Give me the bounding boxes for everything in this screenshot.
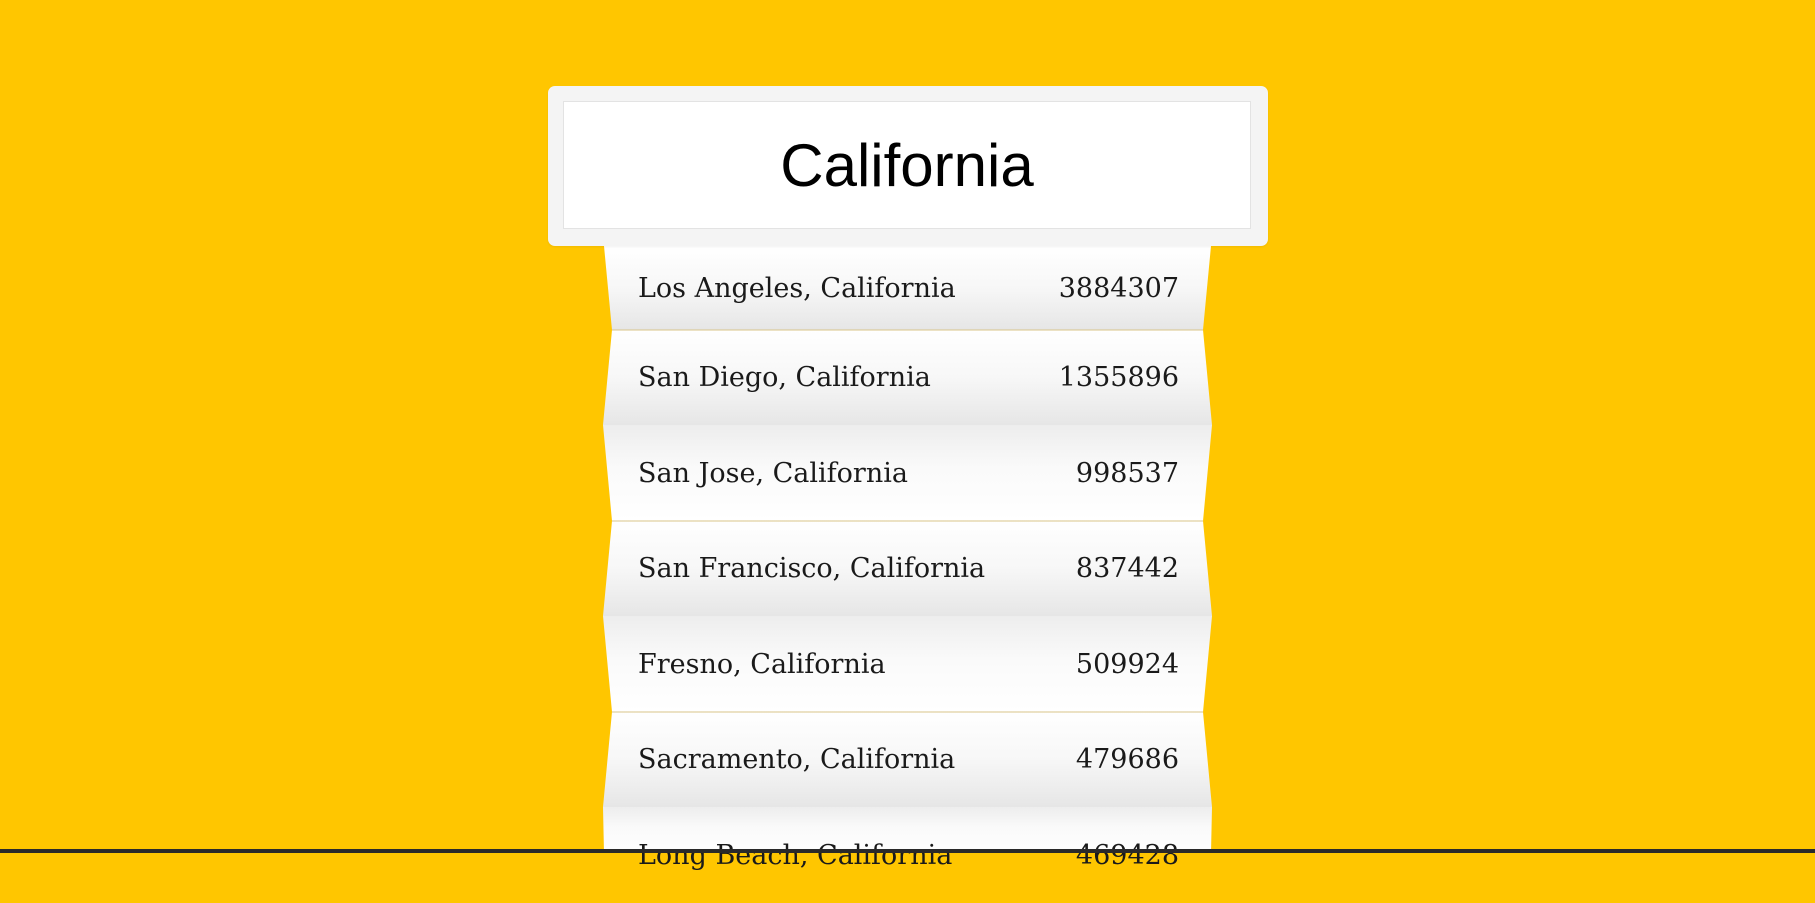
suggestion-population: 1355896 [1058,362,1179,393]
suggestion-city: Fresno, California [638,648,886,680]
suggestion-row[interactable]: Sacramento, California 479686 [638,712,1179,807]
window-bottom-edge [0,849,1815,853]
suggestion-population: 469428 [1075,839,1179,871]
suggestion-row[interactable]: San Francisco, California 837442 [638,521,1179,616]
suggestion-population: 998537 [1075,457,1179,489]
suggestion-row[interactable]: Long Beach, California 469428 [638,807,1179,903]
suggestion-row[interactable]: Fresno, California 509924 [638,616,1179,712]
suggestion-population: 479686 [1075,744,1179,775]
suggestion-population: 3884307 [1058,272,1179,304]
suggestion-city: San Francisco, California [638,553,986,584]
suggestion-city: Long Beach, California [638,839,953,871]
suggestion-row[interactable]: San Jose, California 998537 [638,425,1179,521]
suggestion-row[interactable]: San Diego, California 1355896 [638,330,1179,425]
suggestion-population: 509924 [1075,648,1179,680]
suggestion-city: Los Angeles, California [638,272,956,304]
search-form [548,86,1268,246]
search-input[interactable] [563,101,1251,229]
suggestion-city: San Jose, California [638,457,908,489]
suggestion-city: Sacramento, California [638,744,956,775]
suggestion-row[interactable]: Los Angeles, California 3884307 [638,246,1179,330]
suggestion-population: 837442 [1075,553,1179,584]
suggestion-city: San Diego, California [638,362,931,393]
